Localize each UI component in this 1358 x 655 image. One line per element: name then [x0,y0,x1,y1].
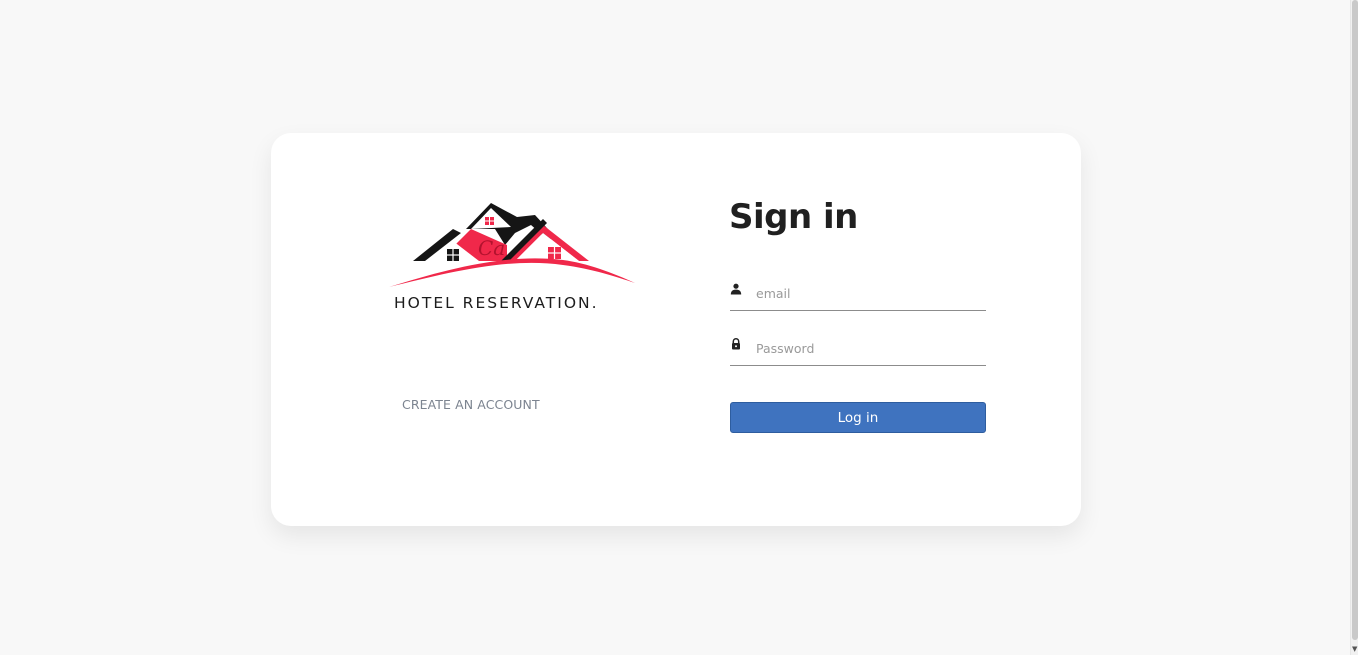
scrollbar-thumb[interactable] [1352,0,1358,640]
svg-text:Ca: Ca [478,236,505,260]
create-account-link[interactable]: CREATE AN ACCOUNT [402,397,540,412]
password-input[interactable] [756,335,982,361]
logo-text: HOTEL RESERVATION. [394,294,599,312]
roof-logo-icon: Ca [389,203,635,287]
login-button[interactable]: Log in [730,402,986,433]
page-title: Sign in [729,197,858,237]
email-input[interactable] [756,280,982,306]
email-field [730,280,986,311]
login-card: Ca HOTEL RESERVATION. CREATE AN ACCOUNT … [271,133,1081,526]
user-icon [730,283,742,295]
scroll-down-icon[interactable]: ▼ [1352,646,1357,653]
password-field [730,335,986,366]
page: Ca HOTEL RESERVATION. CREATE AN ACCOUNT … [0,0,1358,655]
hotel-logo: Ca HOTEL RESERVATION. [387,199,639,317]
lock-icon [732,338,740,350]
scrollbar[interactable]: ▼ [1350,0,1358,655]
